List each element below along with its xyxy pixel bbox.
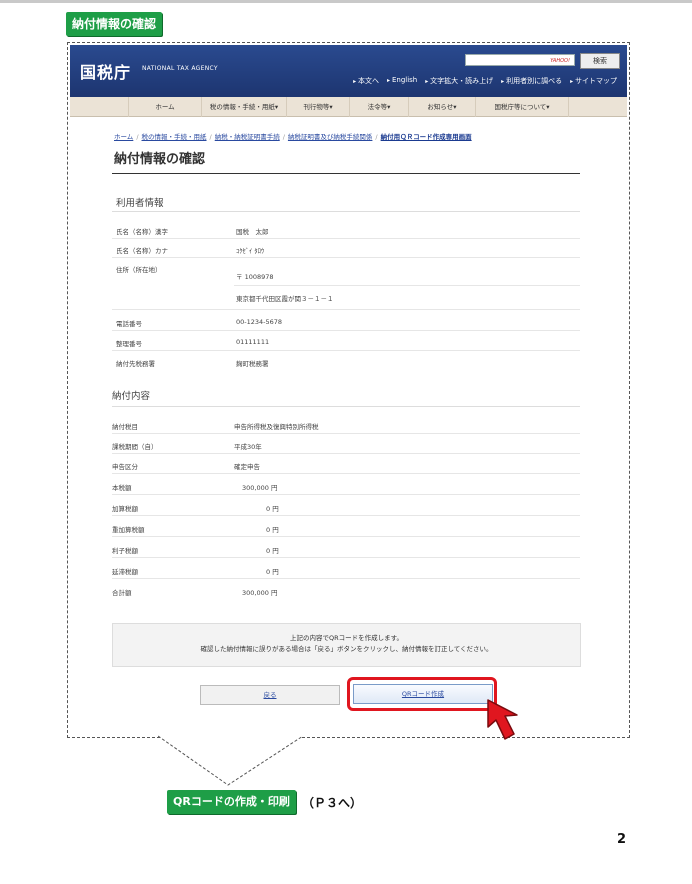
row-divider <box>112 350 580 351</box>
payment-title: 納付内容 <box>112 391 151 402</box>
payment-row-value: 300,000 円 <box>242 484 278 492</box>
row-divider <box>112 257 580 258</box>
util-link-main[interactable]: 本文へ <box>353 76 379 86</box>
payment-row-value: 確定申告 <box>234 463 260 471</box>
payment-row-value: 0 円 <box>266 505 279 513</box>
payment-row-value: 300,000 円 <box>242 589 278 597</box>
page-title: 納付情報の確認 <box>114 152 206 167</box>
user-row-value: 東京都千代田区霞が関３－１－１ <box>236 295 334 303</box>
payment-row-value: 平成30年 <box>234 443 262 451</box>
user-row-label: 氏名（名称）漢字 <box>116 228 168 236</box>
user-row-label: 納付先税務署 <box>116 360 155 368</box>
row-divider <box>112 238 580 239</box>
gnav-news[interactable]: お知らせ▾ <box>408 97 475 117</box>
search-button[interactable]: 検索 <box>580 53 620 69</box>
next-step-label: QRコードの作成・印刷 <box>167 790 296 814</box>
breadcrumb-home[interactable]: ホーム <box>114 133 133 141</box>
row-divider <box>112 536 580 537</box>
util-link-text-size[interactable]: 文字拡大・読み上げ <box>425 76 493 86</box>
row-divider <box>112 578 580 579</box>
site-header: 国税庁 NATIONAL TAX AGENCY YAHOO! 検索 本文へ En… <box>70 45 627 97</box>
payment-row-label: 加算税額 <box>112 505 138 513</box>
user-row-label: 住所（所在地） <box>116 266 162 274</box>
breadcrumb: ホーム / 税の情報・手続・用紙 / 納税・納税証明書手続 / 納税証明書及び納税手続関係 /… <box>114 133 472 141</box>
breadcrumb-payment[interactable]: 納税・納税証明書手続 <box>215 133 280 141</box>
user-row-label: 電話番号 <box>116 320 142 328</box>
user-info-title: 利用者情報 <box>116 198 164 209</box>
row-divider <box>234 285 580 286</box>
gnav-home[interactable]: ホーム <box>128 97 201 117</box>
top-rule <box>0 0 692 3</box>
gnav-laws[interactable]: 法令等▾ <box>349 97 408 117</box>
gnav-publications[interactable]: 刊行物等▾ <box>286 97 349 117</box>
title-rule <box>112 173 580 174</box>
row-divider <box>112 453 580 454</box>
note-line-1: 上記の内容でQRコードを作成します。 <box>290 634 403 642</box>
payment-row-value: 0 円 <box>266 547 279 555</box>
payment-row-label: 本税額 <box>112 484 132 492</box>
payment-row-label: 申告区分 <box>112 463 138 471</box>
note-line-2: 確認した納付情報に誤りがある場合は「戻る」ボタンをクリックし、納付情報を訂正して… <box>200 645 493 653</box>
site-logo[interactable]: 国税庁 <box>80 59 131 83</box>
breadcrumb-tax-info[interactable]: 税の情報・手続・用紙 <box>142 133 207 141</box>
payment-row-value: 0 円 <box>266 568 279 576</box>
util-link-by-user[interactable]: 利用者別に調べる <box>501 76 562 86</box>
user-row-value: 〒 1008978 <box>236 273 274 281</box>
payment-row-value: 0 円 <box>266 526 279 534</box>
user-row-value: ｺｸｾﾞｲ ﾀﾛｳ <box>236 247 265 255</box>
back-button[interactable]: 戻る <box>200 685 340 705</box>
row-divider <box>112 309 580 310</box>
page-number: 2 <box>617 832 627 847</box>
payment-row-label: 課税期間（自） <box>112 443 158 451</box>
gnav-about[interactable]: 国税庁等について▾ <box>475 97 569 117</box>
search-brand: YAHOO! <box>550 58 570 64</box>
global-nav: ホーム 税の情報・手続・用紙▾ 刊行物等▾ 法令等▾ お知らせ▾ 国税庁等につい… <box>70 97 627 117</box>
row-divider <box>112 515 580 516</box>
user-row-label: 整理番号 <box>116 340 142 348</box>
user-row-value: 麹町税務署 <box>236 360 269 368</box>
screenshot-frame: 国税庁 NATIONAL TAX AGENCY YAHOO! 検索 本文へ En… <box>67 42 630 740</box>
cursor-arrow-icon <box>487 699 518 740</box>
row-divider <box>112 557 580 558</box>
payment-row-label: 利子税額 <box>112 547 138 555</box>
site-logo-sub: NATIONAL TAX AGENCY <box>142 65 218 72</box>
row-divider <box>112 330 580 331</box>
payment-row-label: 延滞税額 <box>112 568 138 576</box>
payment-row-label: 合計額 <box>112 589 132 597</box>
breadcrumb-certificate[interactable]: 納税証明書及び納税手続関係 <box>288 133 373 141</box>
utility-links: 本文へ English 文字拡大・読み上げ 利用者別に調べる サイトマップ <box>353 76 617 86</box>
util-link-english[interactable]: English <box>387 76 417 86</box>
search-input[interactable]: YAHOO! <box>465 54 575 66</box>
row-divider <box>112 473 580 474</box>
breadcrumb-current: 納付用ＱＲコード作成専用画面 <box>380 133 472 141</box>
payment-row-label: 納付税目 <box>112 423 138 431</box>
gnav-tax-info[interactable]: 税の情報・手続・用紙▾ <box>201 97 286 117</box>
user-row-value: 01111111 <box>236 338 270 346</box>
payment-row-label: 重加算税額 <box>112 526 145 534</box>
util-link-sitemap[interactable]: サイトマップ <box>570 76 617 86</box>
create-qr-button[interactable]: QRコード作成 <box>353 684 493 704</box>
next-step-ref: （Ｐ３へ） <box>302 796 363 810</box>
row-divider <box>112 433 580 434</box>
step-label: 納付情報の確認 <box>66 12 163 36</box>
confirmation-note: 上記の内容でQRコードを作成します。 確認した納付情報に誤りがある場合は「戻る」… <box>112 623 581 667</box>
payment-row-value: 申告所得税及復興特別所得税 <box>234 423 319 431</box>
callout-pointer <box>158 735 304 786</box>
user-info-rule <box>112 211 580 212</box>
user-row-label: 氏名（名称）カナ <box>116 247 168 255</box>
user-row-value: 国税 太郎 <box>236 228 269 236</box>
user-row-value: 00-1234-5678 <box>236 318 283 326</box>
payment-rule <box>112 406 580 407</box>
row-divider <box>112 494 580 495</box>
